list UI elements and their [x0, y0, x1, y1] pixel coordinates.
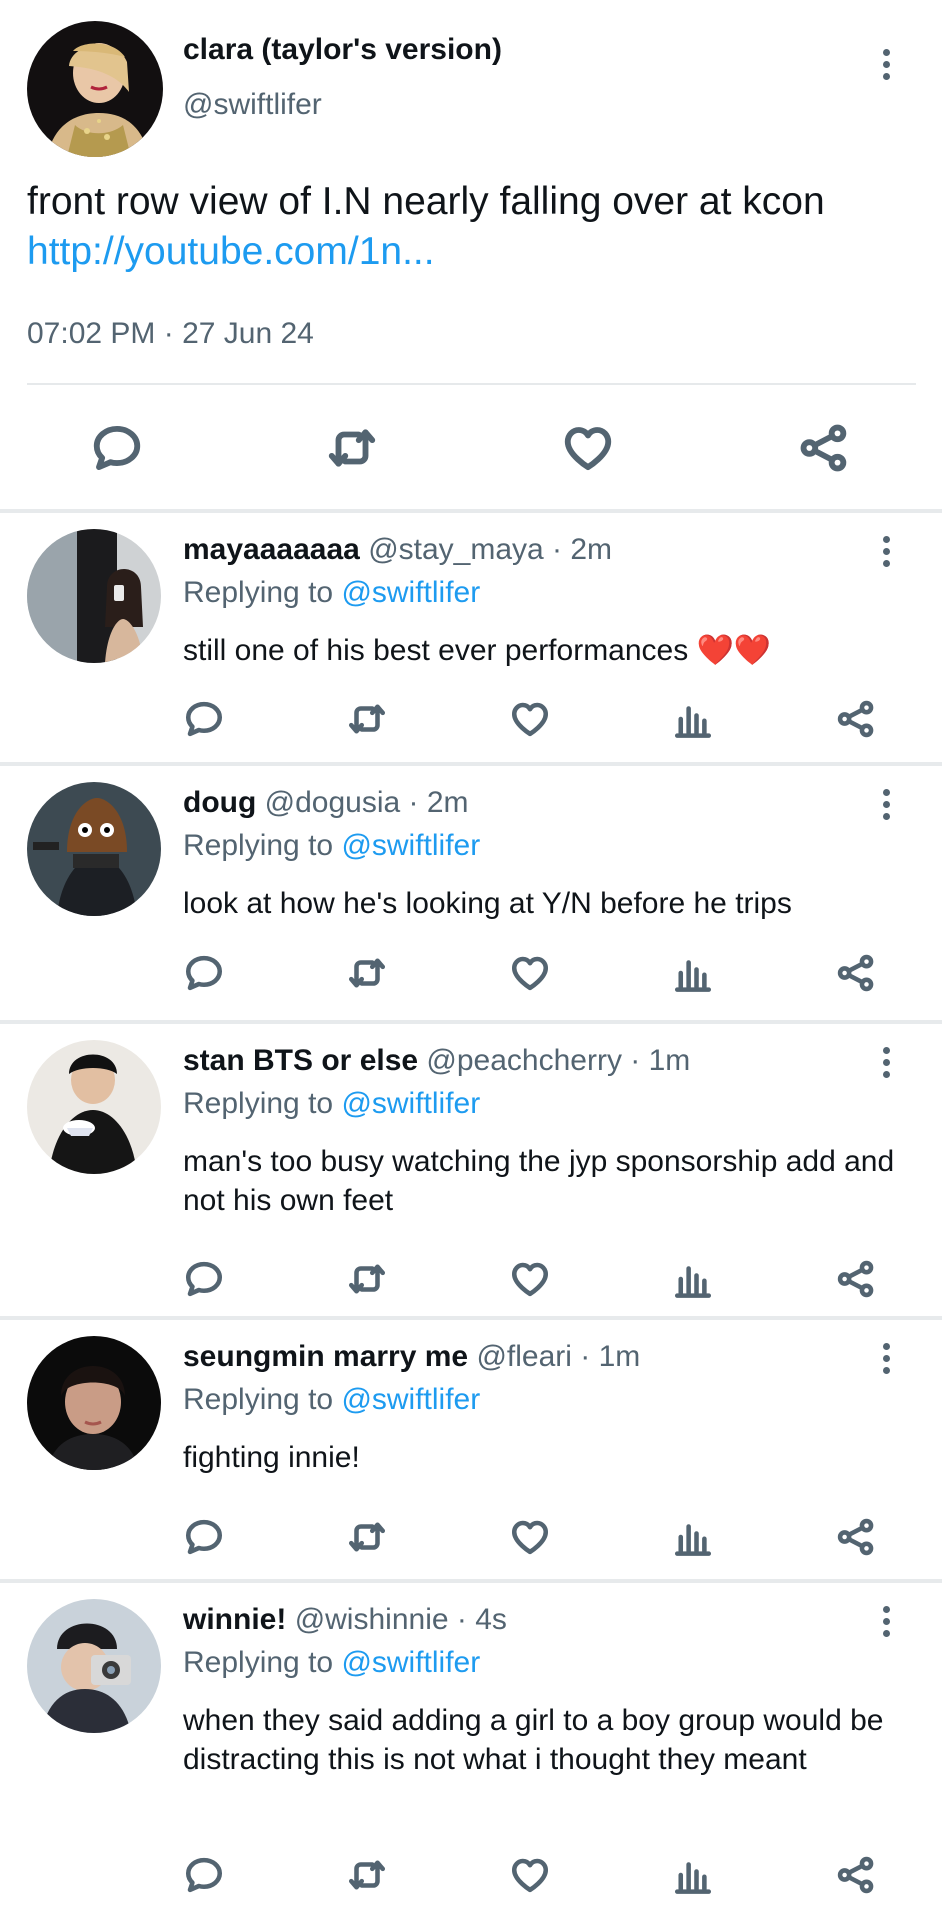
- reply-tweet[interactable]: doug @dogusia · 2m Replying to @swiftlif…: [0, 766, 942, 1020]
- replying-to: Replying to @swiftlifer: [183, 576, 480, 610]
- author-handle[interactable]: @swiftlifer: [183, 88, 322, 122]
- reply-text: still one of his best ever performances …: [183, 634, 772, 667]
- reply-text: when they said adding a girl to a boy gr…: [183, 1704, 884, 1776]
- author-name[interactable]: mayaaaaaaa: [183, 533, 360, 566]
- reply-icon[interactable]: [183, 1258, 225, 1300]
- main-tweet[interactable]: clara (taylor's version) @swiftlifer fro…: [0, 0, 942, 510]
- share-icon[interactable]: [835, 698, 877, 740]
- like-icon[interactable]: [509, 952, 551, 994]
- handle-time: @stay_maya · 2m: [368, 533, 613, 566]
- divider: [27, 383, 916, 385]
- replying-to: Replying to @swiftlifer: [183, 1087, 480, 1121]
- reply-tweet[interactable]: winnie! @wishinnie · 4s Replying to @swi…: [0, 1583, 942, 1920]
- reply-header: seungmin marry me @fleari · 1m: [183, 1340, 640, 1374]
- handle-time: @dogusia · 2m: [264, 786, 469, 819]
- more-options-icon[interactable]: [876, 786, 896, 830]
- replying-to: Replying to @swiftlifer: [183, 829, 480, 863]
- reply-tweet[interactable]: seungmin marry me @fleari · 1m Replying …: [0, 1320, 942, 1579]
- more-options-icon[interactable]: [876, 1340, 896, 1384]
- replying-to-handle[interactable]: @swiftlifer: [341, 1087, 480, 1120]
- retweet-icon[interactable]: [346, 1854, 388, 1896]
- like-icon[interactable]: [509, 1854, 551, 1896]
- reply-icon[interactable]: [183, 952, 225, 994]
- tweet-timestamp: 07:02 PM · 27 Jun 24: [27, 317, 314, 350]
- replying-to: Replying to @swiftlifer: [183, 1383, 480, 1417]
- avatar[interactable]: [27, 1599, 161, 1733]
- tweet-text: front row view of I.N nearly falling ove…: [27, 177, 917, 277]
- more-options-icon[interactable]: [876, 46, 896, 90]
- retweet-icon[interactable]: [346, 1516, 388, 1558]
- author-name[interactable]: seungmin marry me: [183, 1340, 468, 1373]
- replying-to-handle[interactable]: @swiftlifer: [341, 576, 480, 609]
- like-icon[interactable]: [509, 1258, 551, 1300]
- avatar[interactable]: [27, 529, 161, 663]
- author-name[interactable]: winnie!: [183, 1603, 286, 1636]
- avatar[interactable]: [27, 1336, 161, 1470]
- views-icon[interactable]: [672, 952, 714, 994]
- handle-time: @fleari · 1m: [476, 1340, 641, 1373]
- replying-to-handle[interactable]: @swiftlifer: [341, 1383, 480, 1416]
- share-icon[interactable]: [797, 421, 851, 475]
- retweet-icon[interactable]: [325, 421, 379, 475]
- retweet-icon[interactable]: [346, 1258, 388, 1300]
- views-icon[interactable]: [672, 1516, 714, 1558]
- more-options-icon[interactable]: [876, 1044, 896, 1088]
- author-name[interactable]: stan BTS or else: [183, 1044, 418, 1077]
- replying-prefix: Replying to: [183, 576, 334, 609]
- reply-text: man's too busy watching the jyp sponsors…: [183, 1145, 895, 1217]
- more-options-icon[interactable]: [876, 1603, 896, 1647]
- reply-text: fighting innie!: [183, 1441, 360, 1474]
- reply-icon[interactable]: [183, 1516, 225, 1558]
- replying-to: Replying to @swiftlifer: [183, 1646, 480, 1680]
- reply-icon[interactable]: [183, 1854, 225, 1896]
- reply-header: stan BTS or else @peachcherry · 1m: [183, 1044, 690, 1078]
- share-icon[interactable]: [835, 1258, 877, 1300]
- replying-prefix: Replying to: [183, 1383, 334, 1416]
- replying-to-handle[interactable]: @swiftlifer: [341, 829, 480, 862]
- reply-header: doug @dogusia · 2m: [183, 786, 469, 820]
- author-name[interactable]: doug: [183, 786, 256, 819]
- replying-prefix: Replying to: [183, 1087, 334, 1120]
- avatar[interactable]: [27, 21, 163, 157]
- like-icon[interactable]: [509, 698, 551, 740]
- retweet-icon[interactable]: [346, 698, 388, 740]
- reply-icon[interactable]: [90, 421, 144, 475]
- like-icon[interactable]: [561, 421, 615, 475]
- views-icon[interactable]: [672, 698, 714, 740]
- more-options-icon[interactable]: [876, 533, 896, 577]
- handle-time: @peachcherry · 1m: [426, 1044, 691, 1077]
- reply-tweet[interactable]: mayaaaaaaa @stay_maya · 2m Replying to @…: [0, 513, 942, 762]
- retweet-icon[interactable]: [346, 952, 388, 994]
- share-icon[interactable]: [835, 1516, 877, 1558]
- share-icon[interactable]: [835, 952, 877, 994]
- avatar[interactable]: [27, 782, 161, 916]
- views-icon[interactable]: [672, 1854, 714, 1896]
- reply-header: mayaaaaaaa @stay_maya · 2m: [183, 533, 612, 567]
- reply-text: look at how he's looking at Y/N before h…: [183, 887, 792, 920]
- replying-to-handle[interactable]: @swiftlifer: [341, 1646, 480, 1679]
- views-icon[interactable]: [672, 1258, 714, 1300]
- tweet-body: front row view of I.N nearly falling ove…: [27, 180, 825, 223]
- author-name[interactable]: clara (taylor's version): [183, 33, 502, 67]
- share-icon[interactable]: [835, 1854, 877, 1896]
- avatar[interactable]: [27, 1040, 161, 1174]
- reply-tweet[interactable]: stan BTS or else @peachcherry · 1m Reply…: [0, 1024, 942, 1316]
- tweet-link[interactable]: http://youtube.com/1n...: [27, 227, 917, 277]
- replying-prefix: Replying to: [183, 1646, 334, 1679]
- reply-header: winnie! @wishinnie · 4s: [183, 1603, 507, 1637]
- handle-time: @wishinnie · 4s: [294, 1603, 507, 1636]
- like-icon[interactable]: [509, 1516, 551, 1558]
- reply-icon[interactable]: [183, 698, 225, 740]
- replying-prefix: Replying to: [183, 829, 334, 862]
